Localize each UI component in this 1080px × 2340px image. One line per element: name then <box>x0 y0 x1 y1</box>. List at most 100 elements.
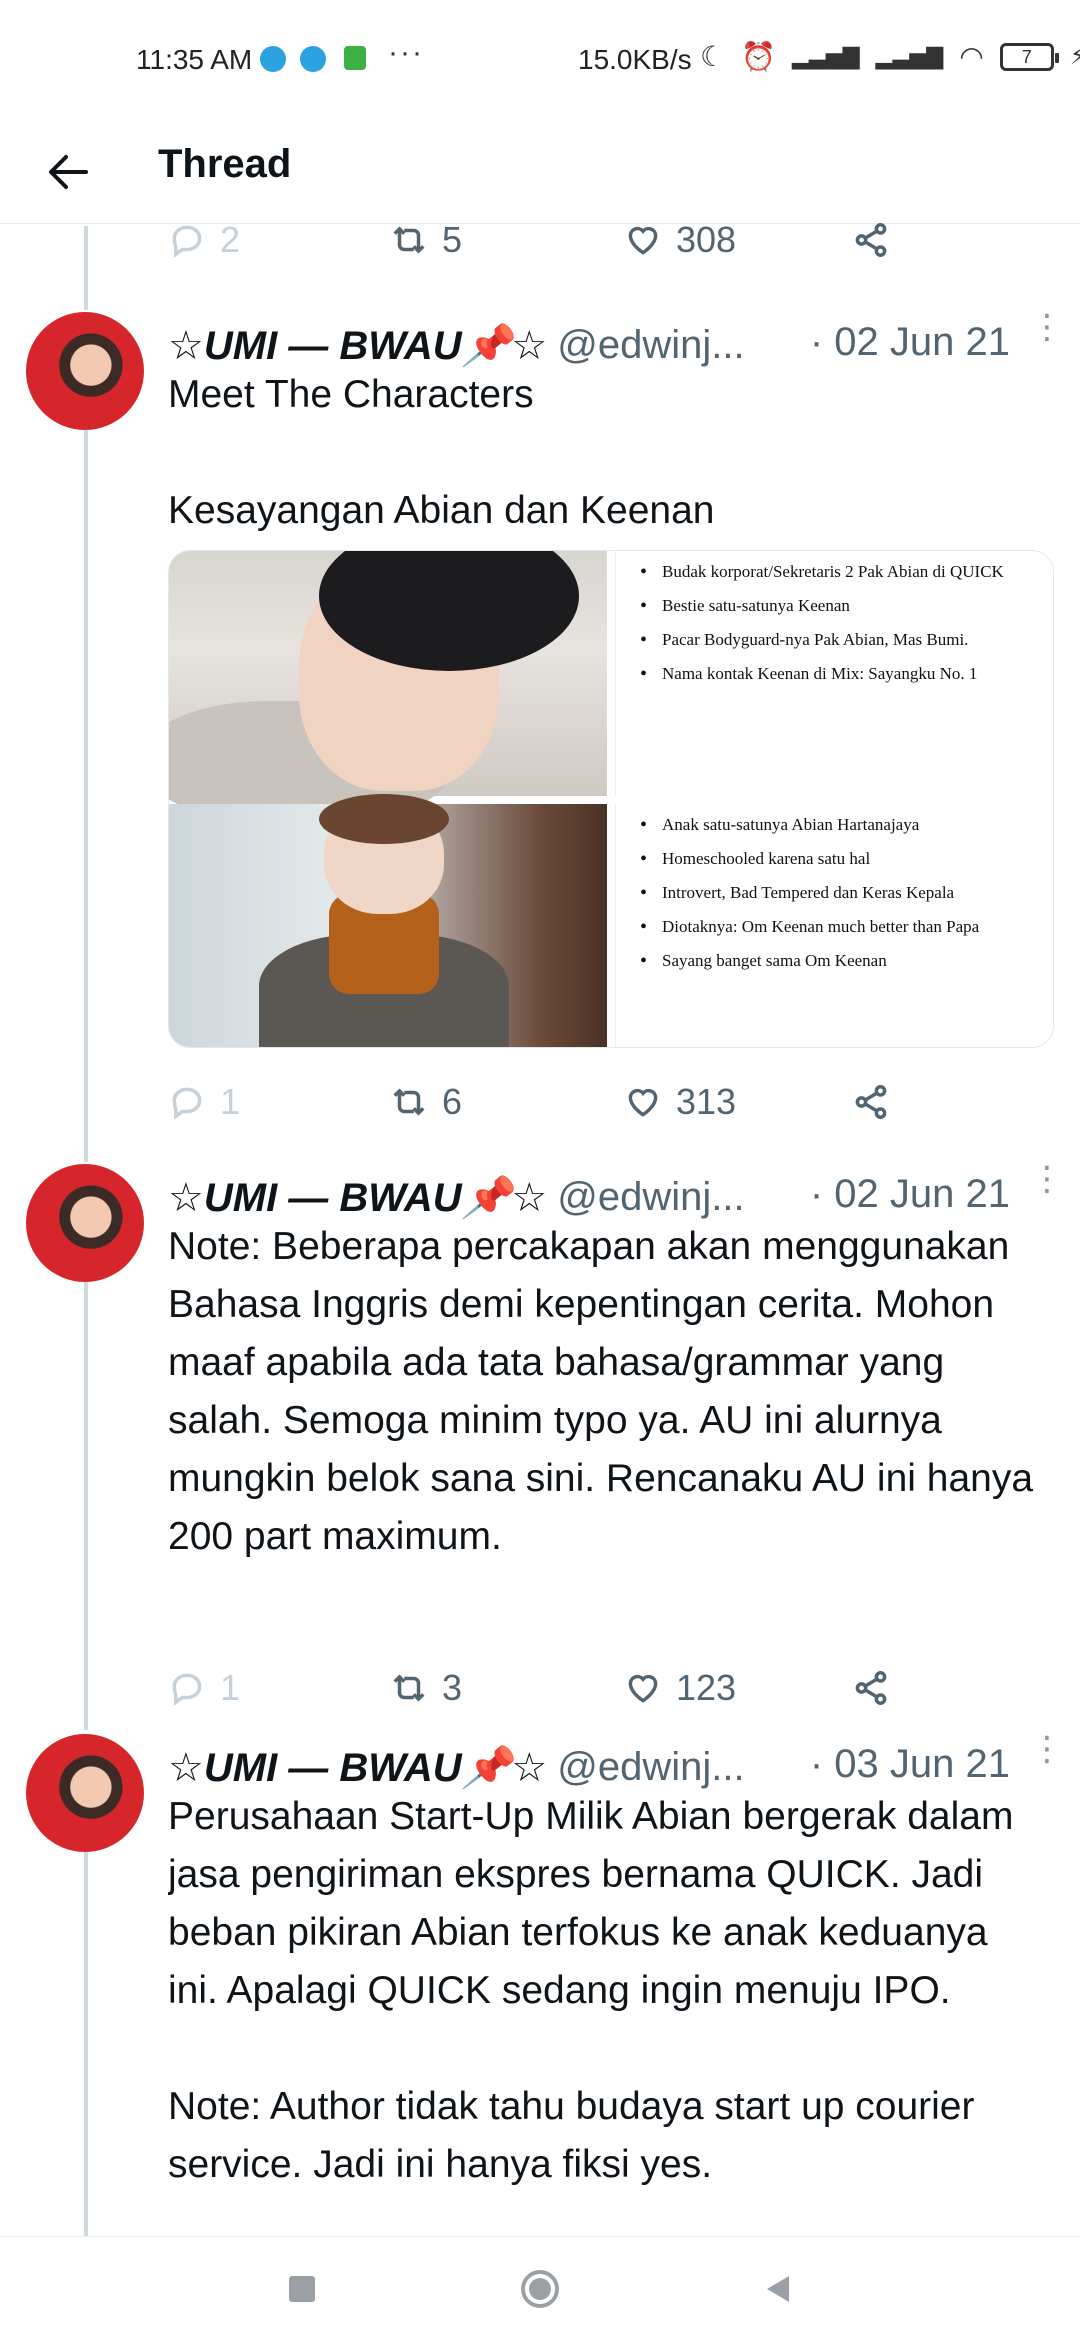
like-count: 308 <box>676 219 737 260</box>
back-arrow-button[interactable] <box>36 140 100 204</box>
info-item: Homeschooled karena satu hal <box>630 842 1039 876</box>
signal-icon: ▂▃▅▇ <box>791 43 860 69</box>
info-item: Budak korporat/Sekretaris 2 Pak Abian di… <box>630 555 1039 589</box>
avatar[interactable] <box>26 1164 144 1282</box>
info-item: Diotaknya: Om Keenan much better than Pa… <box>630 910 1039 944</box>
tweet-header: ☆UMI — BWAU📌☆ @edwinj... <box>168 1742 745 1792</box>
reply-icon <box>172 1673 202 1706</box>
info-item: Pacar Bodyguard-nya Pak Abian, Mas Bumi. <box>630 623 1039 657</box>
tweet-date: · 02 Jun 21 <box>809 320 1010 364</box>
tweet-actions: 1 3 123 <box>168 1660 928 1716</box>
back-arrow-icon <box>49 155 88 189</box>
reply-button[interactable]: 2 <box>168 212 240 268</box>
character-photo-2[interactable] <box>169 794 607 1047</box>
retweet-count: 3 <box>442 1667 463 1708</box>
info-item: Introvert, Bad Tempered dan Keras Kepala <box>630 876 1039 910</box>
avatar[interactable] <box>26 1734 144 1852</box>
triangle-back-icon <box>767 2276 789 2302</box>
tweet-media[interactable]: Budak korporat/Sekretaris 2 Pak Abian di… <box>168 550 1054 1048</box>
author-name: ☆UMI — BWAU📌☆ <box>168 1175 548 1220</box>
thread-line <box>84 226 88 310</box>
share-icon <box>855 1085 887 1119</box>
reply-icon <box>172 225 202 258</box>
home-button[interactable] <box>516 2265 564 2313</box>
recents-button[interactable] <box>278 2265 326 2313</box>
status-time: 11:35 AM <box>136 44 253 75</box>
tweet-date: · 03 Jun 21 <box>809 1742 1010 1786</box>
retweet-button[interactable]: 5 <box>390 212 462 268</box>
author-name: ☆UMI — BWAU📌☆ <box>168 323 548 368</box>
character-photo-1[interactable] <box>169 551 607 821</box>
like-button[interactable]: 308 <box>624 212 736 268</box>
info-item: Bestie satu-satunya Keenan <box>630 589 1039 623</box>
info-item: Sayang banget sama Om Keenan <box>630 944 1039 978</box>
more-options-icon[interactable]: ⋮ <box>1030 1162 1064 1196</box>
app-header: Thread <box>0 120 1080 224</box>
status-icons: ☾ ⏰ ▂▃▅▇ ▂▃▅▇ ◠ 7 ⚡ <box>700 40 1080 73</box>
like-button[interactable]: 313 <box>624 1074 736 1130</box>
info-item: Nama kontak Keenan di Mix: Sayangku No. … <box>630 657 1039 691</box>
retweet-count: 5 <box>442 219 463 260</box>
app-notification-icon <box>344 46 366 70</box>
heart-icon <box>628 1088 658 1117</box>
tweet-actions: 2 5 308 <box>168 212 928 268</box>
photo-shape <box>319 794 449 844</box>
retweet-icon <box>393 1088 425 1116</box>
retweet-count: 6 <box>442 1081 463 1122</box>
author-handle: @edwinj... <box>557 322 745 367</box>
reply-button[interactable]: 1 <box>168 1660 240 1716</box>
retweet-button[interactable]: 3 <box>390 1660 462 1716</box>
share-button[interactable] <box>852 1660 890 1716</box>
page-title: Thread <box>158 142 292 186</box>
character-info-card-1[interactable]: Budak korporat/Sekretaris 2 Pak Abian di… <box>615 551 1053 796</box>
reply-icon <box>172 1087 202 1120</box>
retweet-button[interactable]: 6 <box>390 1074 462 1130</box>
retweet-icon <box>393 226 425 254</box>
thread-line <box>84 430 88 1162</box>
square-icon <box>289 2276 315 2302</box>
battery-icon: 7 <box>999 42 1059 71</box>
tweet-actions: 1 6 313 <box>168 1074 928 1130</box>
signal-icon-2: ▂▃▅▇ <box>875 43 944 69</box>
tweet-header: ☆UMI — BWAU📌☆ @edwinj... <box>168 1172 745 1222</box>
tweet-text: Meet The Characters Kesayangan Abian dan… <box>168 373 715 532</box>
thread-line <box>84 1850 88 2240</box>
like-count: 313 <box>676 1081 737 1122</box>
heart-icon <box>628 1674 658 1703</box>
reply-count: 2 <box>220 219 241 260</box>
thread-line <box>84 1280 88 1730</box>
moon-icon: ☾ <box>700 41 726 72</box>
share-button[interactable] <box>852 1074 890 1130</box>
reply-button[interactable]: 1 <box>168 1074 240 1130</box>
like-button[interactable]: 123 <box>624 1660 736 1716</box>
more-notifications-icon: ··· <box>388 36 424 69</box>
alarm-icon: ⏰ <box>741 41 776 72</box>
tweet-text: Perusahaan Start-Up Milik Abian bergerak… <box>168 1795 1014 2186</box>
system-nav-bar <box>0 2236 1080 2340</box>
share-button[interactable] <box>852 212 890 268</box>
character-info-card-2[interactable]: Anak satu-satunya Abian Hartanajaya Home… <box>615 804 1053 1047</box>
tweet-date: · 02 Jun 21 <box>809 1172 1010 1216</box>
reply-count: 1 <box>220 1667 241 1708</box>
avatar[interactable] <box>26 312 144 430</box>
more-options-icon[interactable]: ⋮ <box>1030 1732 1064 1766</box>
author-name: ☆UMI — BWAU📌☆ <box>168 1745 548 1790</box>
like-count: 123 <box>676 1667 737 1708</box>
tweet-header: ☆UMI — BWAU📌☆ @edwinj... <box>168 320 745 370</box>
charging-icon: ⚡ <box>1069 43 1080 70</box>
share-icon <box>855 223 887 257</box>
heart-icon <box>628 226 658 255</box>
reply-count: 1 <box>220 1081 241 1122</box>
author-handle: @edwinj... <box>557 1744 745 1789</box>
tweet-text: Note: Beberapa percakapan akan menggunak… <box>168 1225 1034 1558</box>
wifi-icon: ◠ <box>959 41 984 72</box>
info-item: Anak satu-satunya Abian Hartanajaya <box>630 808 1039 842</box>
network-speed: 15.0KB/s <box>578 44 692 75</box>
author-handle: @edwinj... <box>557 1174 745 1219</box>
more-options-icon[interactable]: ⋮ <box>1030 310 1064 344</box>
back-button[interactable] <box>754 2265 802 2313</box>
status-bar: 11:35 AM ··· 15.0KB/s ☾ ⏰ ▂▃▅▇ ▂▃▅▇ ◠ 7 … <box>0 0 1080 120</box>
retweet-icon <box>393 1674 425 1702</box>
telegram-icon-2 <box>300 46 326 72</box>
telegram-icon <box>260 46 286 72</box>
